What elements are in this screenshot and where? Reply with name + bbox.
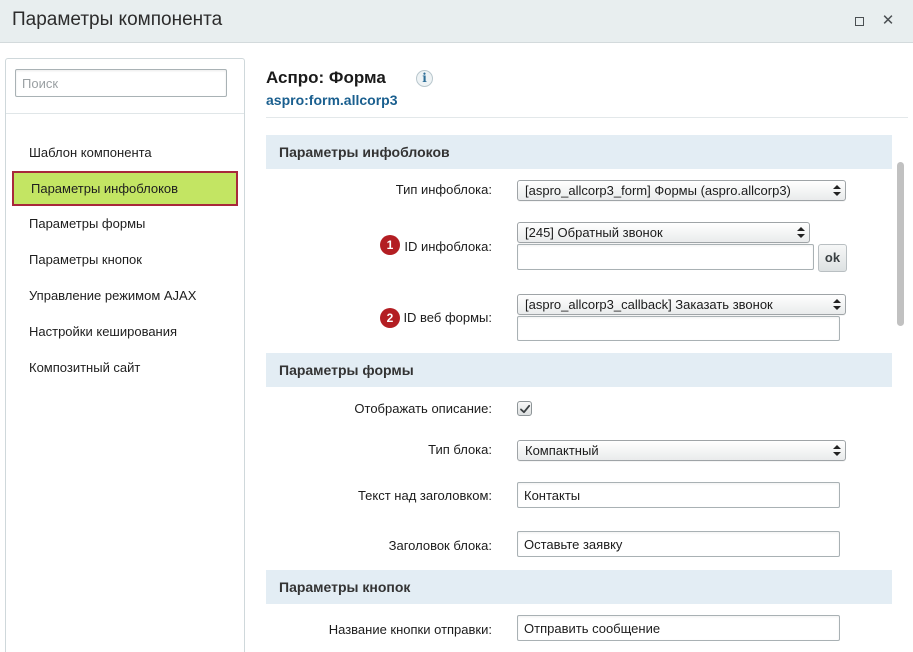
webform-id-input[interactable] (517, 316, 840, 341)
window-title: Параметры компонента (12, 9, 223, 30)
block-title-input[interactable] (517, 531, 840, 557)
block-type-select[interactable]: Компактный (517, 440, 846, 461)
scrollbar[interactable] (895, 162, 905, 652)
sidebar-item-cache[interactable]: Настройки кеширования (6, 314, 244, 350)
scrollbar-thumb[interactable] (897, 162, 904, 326)
text-above-title-input[interactable] (517, 482, 840, 508)
submit-button-name-input[interactable] (517, 615, 840, 641)
select-arrows-icon (797, 225, 805, 240)
search-area (6, 59, 244, 114)
webform-id-select[interactable]: [aspro_allcorp3_callback] Заказать звоно… (517, 294, 846, 315)
sidebar-item-ajax[interactable]: Управление режимом AJAX (6, 278, 244, 314)
webform-id-label: ID веб формы: (403, 310, 492, 325)
component-code: aspro:form.allcorp3 (266, 92, 398, 108)
show-description-label: Отображать описание: (354, 401, 492, 416)
search-input[interactable] (15, 69, 227, 97)
checkmark-icon (520, 404, 531, 414)
iblock-id-select[interactable]: [245] Обратный звонок (517, 222, 810, 243)
submit-button-name-label: Название кнопки отправки: (328, 622, 492, 637)
dialog-content: Шаблон компонента Параметры инфоблоков П… (0, 44, 913, 652)
section-header-form: Параметры формы (266, 353, 892, 387)
iblock-type-value: [aspro_allcorp3_form] Формы (aspro.allco… (525, 183, 791, 198)
header-divider (266, 117, 908, 118)
info-icon[interactable]: i (416, 70, 433, 87)
show-description-checkbox[interactable] (517, 401, 532, 416)
select-arrows-icon (833, 443, 841, 458)
maximize-icon[interactable] (851, 13, 867, 29)
block-title-label: Заголовок блока: (388, 538, 492, 553)
sidebar-item-template[interactable]: Шаблон компонента (6, 135, 244, 171)
block-type-value: Компактный (525, 443, 599, 458)
sidebar-item-form[interactable]: Параметры формы (6, 206, 244, 242)
close-icon[interactable]: ✕ (880, 13, 896, 29)
sidebar: Шаблон компонента Параметры инфоблоков П… (5, 58, 245, 652)
webform-id-value: [aspro_allcorp3_callback] Заказать звоно… (525, 297, 773, 312)
iblock-type-select[interactable]: [aspro_allcorp3_form] Формы (aspro.allco… (517, 180, 846, 201)
select-arrows-icon (833, 297, 841, 312)
ok-button[interactable]: ok (818, 244, 847, 272)
iblock-id-label: ID инфоблока: (404, 239, 492, 254)
section-header-infoblocks: Параметры инфоблоков (266, 135, 892, 169)
component-title: Аспро: Форма (266, 68, 386, 87)
text-above-title-label: Текст над заголовком: (357, 488, 492, 503)
window-titlebar: Параметры компонента ✕ (0, 0, 913, 43)
iblock-id-input[interactable] (517, 244, 814, 270)
section-header-buttons: Параметры кнопок (266, 570, 892, 604)
sidebar-item-buttons[interactable]: Параметры кнопок (6, 242, 244, 278)
iblock-id-value: [245] Обратный звонок (525, 225, 663, 240)
select-arrows-icon (833, 183, 841, 198)
sidebar-nav: Шаблон компонента Параметры инфоблоков П… (6, 135, 244, 386)
block-type-label: Тип блока: (428, 442, 492, 457)
main-panel: Аспро: Форма i aspro:form.allcorp3 Парам… (266, 44, 913, 652)
iblock-type-label: Тип инфоблока: (395, 182, 492, 197)
sidebar-item-composite[interactable]: Композитный сайт (6, 350, 244, 386)
sidebar-item-infoblocks[interactable]: Параметры инфоблоков (12, 171, 238, 206)
